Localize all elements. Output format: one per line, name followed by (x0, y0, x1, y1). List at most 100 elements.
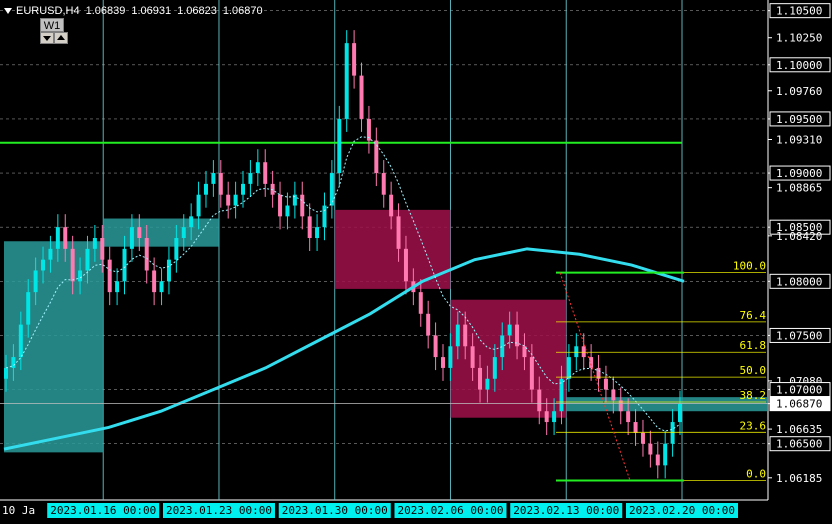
fibo-level-label: 100.0 (733, 260, 766, 273)
open-value: 1.06839 (85, 5, 126, 17)
time-axis-label: 2023.02.20 00:00 (629, 504, 735, 517)
candle-body (448, 346, 453, 368)
candle-body (33, 270, 38, 293)
candle-body (92, 238, 97, 249)
candle-body (307, 216, 312, 239)
timeframe-control: W1 (38, 18, 70, 46)
candle-body (418, 292, 423, 314)
candle-body (403, 248, 408, 282)
candle-body (581, 346, 586, 358)
candle-body (129, 227, 134, 249)
candle-body (85, 248, 90, 271)
price-axis-label: 1.09310 (776, 133, 822, 146)
fibo-level-label: 61.8 (740, 339, 767, 352)
candle-body (70, 248, 75, 282)
price-axis-label: 1.10500 (776, 5, 822, 18)
candle-body (396, 216, 401, 249)
time-axis-label: 2023.01.16 00:00 (50, 504, 156, 517)
fibo-level-label: 38.2 (740, 389, 767, 402)
symbol-label: EURUSD,H4 (16, 5, 80, 17)
candle-body (626, 411, 631, 423)
candle-body (426, 313, 431, 336)
candle-body (552, 411, 557, 423)
candle-body (174, 238, 179, 260)
time-axis-label: 2023.02.13 00:00 (513, 504, 619, 517)
price-axis-label: 1.08865 (776, 182, 822, 195)
price-axis-label: 1.09000 (776, 167, 822, 180)
candle-body (648, 443, 653, 455)
candle-body (315, 227, 320, 239)
candle-body (196, 194, 201, 217)
candle-body (278, 194, 283, 217)
price-chart-canvas[interactable]: 100.0 76.4 61.8 50.0 38.2 23.6 0.0 1.10500 1.102… (0, 0, 832, 524)
candle-body (440, 357, 445, 368)
price-axis-label: 1.10000 (776, 59, 822, 72)
candle-body (48, 248, 53, 260)
candle-body (189, 216, 194, 228)
candle-body (529, 357, 534, 390)
fibo-level-label: 50.0 (740, 364, 767, 377)
time-axis-label: 2023.01.23 00:00 (166, 504, 272, 517)
price-axis-label: 1.06500 (776, 438, 822, 451)
price-axis-label: 1.08000 (776, 275, 822, 288)
candle-body (233, 194, 238, 206)
candle-body (322, 205, 327, 228)
candle-body (381, 173, 386, 195)
candle-body (337, 118, 342, 174)
candle-body (359, 75, 364, 119)
candle-body (663, 443, 668, 466)
fibo-level-label: 76.4 (740, 309, 767, 322)
candle-body (603, 378, 608, 390)
price-axis-label: 1.08420 (776, 230, 822, 243)
candle-body (78, 270, 83, 282)
candle-body (203, 183, 208, 195)
candle-body (633, 422, 638, 433)
candle-body (566, 357, 571, 379)
candle-body (218, 173, 223, 195)
fibo-level-label: 0.0 (746, 468, 766, 481)
candle-body (433, 335, 438, 358)
candle-body (55, 227, 60, 249)
candle-body (18, 324, 23, 358)
candle-body (670, 422, 675, 444)
candle-body (11, 357, 16, 368)
supply-zone-2 (450, 299, 567, 418)
candle-body (41, 259, 46, 271)
price-axis-label: 1.09760 (776, 85, 822, 98)
fibo-level-label: 23.6 (740, 419, 767, 432)
candle-body (181, 227, 186, 239)
candle-body (507, 324, 512, 336)
candle-body (611, 389, 616, 401)
timeframe-up-icon[interactable] (54, 32, 68, 44)
price-axis-label: 1.06635 (776, 423, 822, 436)
trading-chart[interactable]: 100.0 76.4 61.8 50.0 38.2 23.6 0.0 1.10500 1.102… (0, 0, 832, 524)
candle-body (255, 162, 260, 174)
price-axis-label: 1.09500 (776, 113, 822, 126)
candle-body (640, 432, 645, 444)
time-axis-label: 2023.01.30 00:00 (282, 504, 388, 517)
candle-body (492, 357, 497, 379)
candle-body (166, 259, 171, 282)
timeframe-button[interactable]: W1 (40, 18, 64, 32)
price-axis-label: 1.06870 (776, 398, 822, 411)
candle-body (122, 248, 127, 282)
dropdown-triangle-icon[interactable] (4, 8, 12, 14)
candle-body (300, 194, 305, 217)
price-axis-label: 1.10250 (776, 32, 822, 45)
candle-body (137, 227, 142, 239)
candle-body (574, 346, 579, 358)
candle-body (544, 411, 549, 423)
candle-body (470, 346, 475, 368)
candle-body (248, 173, 253, 184)
candle-body (285, 205, 290, 217)
candle-body (478, 367, 483, 390)
low-value: 1.06823 (177, 5, 217, 17)
candle-body (241, 183, 246, 195)
time-axis-label: 10 Ja (2, 504, 35, 517)
candle-body (500, 335, 505, 358)
candle-body (655, 454, 660, 466)
timeframe-down-icon[interactable] (40, 32, 54, 44)
candle-body (389, 194, 394, 217)
candle-body (455, 324, 460, 347)
candle-body (352, 43, 357, 76)
